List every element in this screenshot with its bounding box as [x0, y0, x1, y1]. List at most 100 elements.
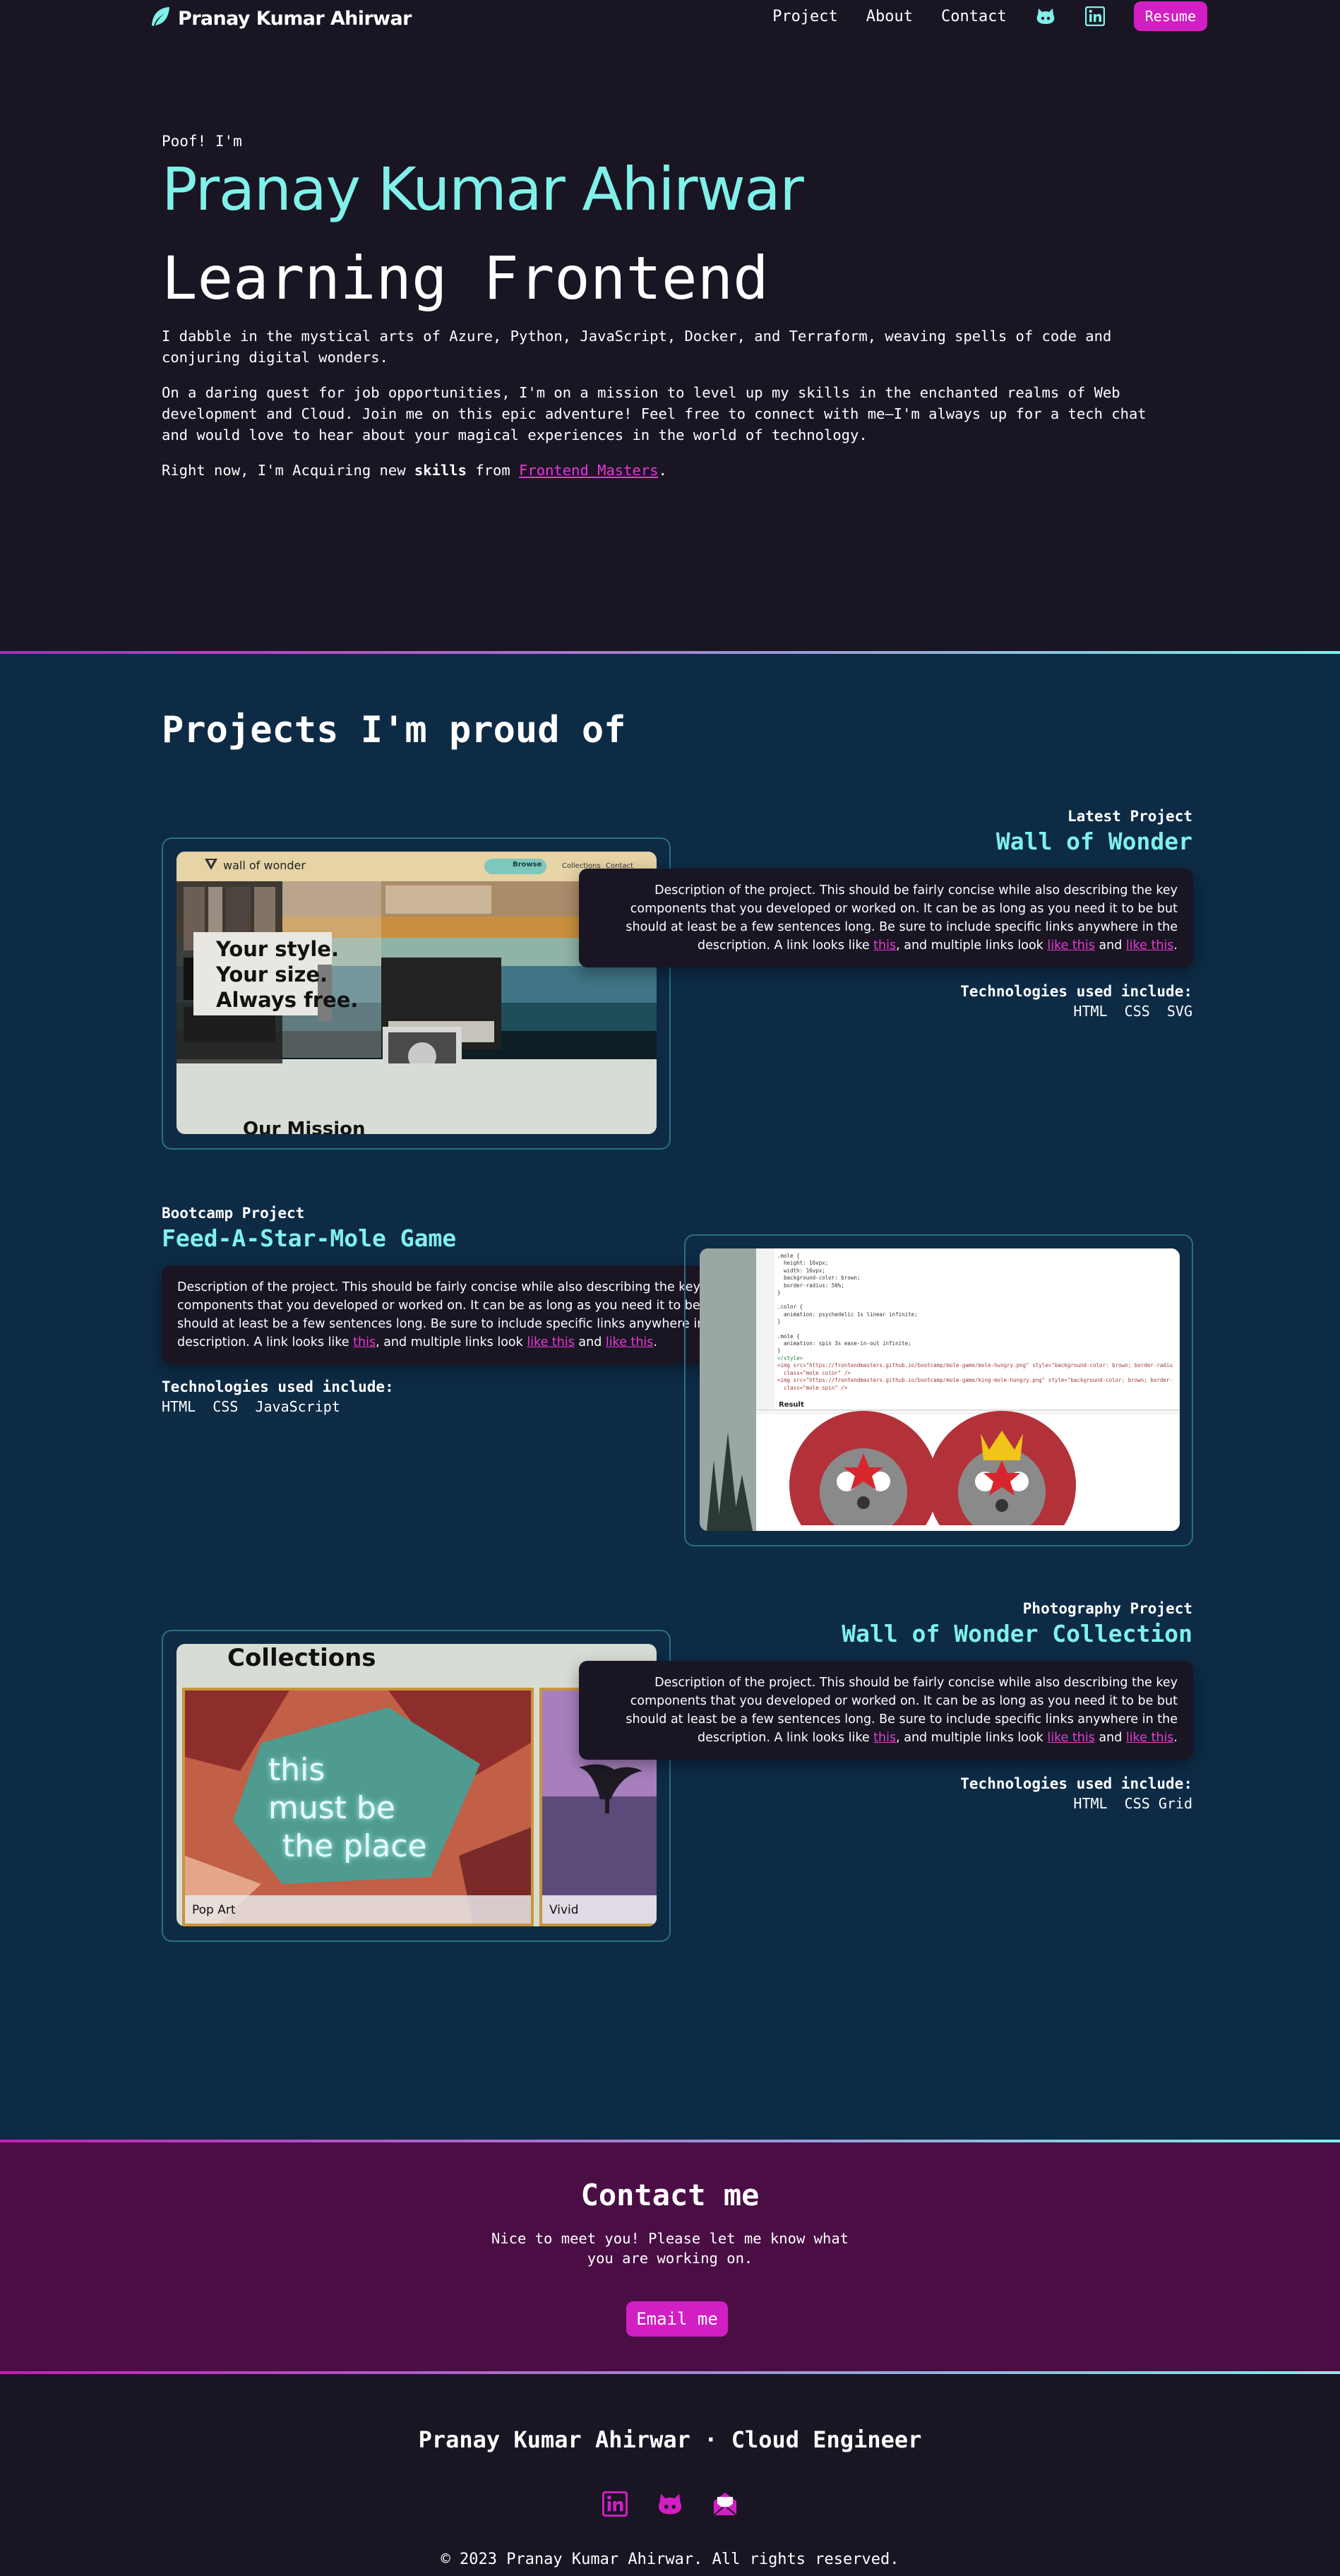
- code-line: </style>: [777, 1354, 803, 1361]
- project-info-1: Latest Project Wall of Wonder: [698, 808, 1192, 855]
- desc-link-like-this-2[interactable]: like this: [1126, 938, 1174, 953]
- project-title-3: Wall of Wonder Collection: [842, 1620, 1192, 1647]
- code-line: class="mole spin" />: [777, 1384, 848, 1391]
- code-line: }: [777, 1318, 781, 1325]
- desc-text: , and multiple links look: [896, 938, 1048, 953]
- desc-link-like-this[interactable]: like this: [527, 1335, 575, 1349]
- code-line: }: [777, 1289, 781, 1296]
- nav-links: Project About Contact Resume: [772, 0, 1207, 32]
- feather-logo-icon: [148, 5, 172, 32]
- code-line: <img src="https://frontendmasters.github…: [777, 1377, 1173, 1384]
- project-description-3: Description of the project. This should …: [579, 1661, 1193, 1760]
- desc-text: , and multiple links look: [376, 1335, 527, 1349]
- collection-label-vivid: Vivid: [549, 1903, 579, 1917]
- contact-title: Contact me: [580, 2178, 760, 2212]
- linkedin-icon[interactable]: [601, 2490, 629, 2518]
- linkedin-icon[interactable]: [1084, 6, 1106, 27]
- brand-name: Pranay Kumar Ahirwar: [178, 7, 412, 30]
- nav-link-project[interactable]: Project: [772, 8, 838, 25]
- neon-text-3: the place: [282, 1828, 427, 1864]
- email-me-button[interactable]: Email me: [626, 2301, 728, 2337]
- tech-list-3: HTML CSS Grid: [1073, 1795, 1192, 1812]
- wow-headline-2: Your size.: [216, 962, 328, 986]
- brand-link[interactable]: Pranay Kumar Ahirwar: [148, 5, 412, 32]
- neon-text-1: this: [268, 1752, 325, 1788]
- project-kicker-2: Bootcamp Project: [162, 1205, 305, 1222]
- code-line: .color {: [777, 1304, 803, 1311]
- desc-text: .: [1173, 1731, 1178, 1745]
- desc-link-this[interactable]: this: [873, 1731, 896, 1745]
- project-description-1: Description of the project. This should …: [579, 869, 1193, 967]
- result-label: Result: [779, 1401, 804, 1409]
- hero-p3-mid: from: [466, 461, 520, 479]
- code-line: width: 16vpx;: [777, 1267, 825, 1274]
- project-tech-3: Technologies used include: HTML CSS Grid: [698, 1775, 1192, 1812]
- resume-button[interactable]: Resume: [1133, 1, 1207, 31]
- code-line: <img src="https://frontendmasters.github…: [777, 1362, 1173, 1369]
- projects-section: Projects I'm proud of wall of wonder Bro…: [0, 654, 1340, 2140]
- project-title-1: Wall of Wonder: [995, 828, 1192, 855]
- code-line: animation: psychedelic 1s linear infinit…: [777, 1311, 918, 1318]
- code-line: background-color: brown;: [777, 1275, 861, 1282]
- project-kicker-3: Photography Project: [1022, 1600, 1192, 1617]
- project-tech-2: Technologies used include: HTML CSS Java…: [162, 1378, 656, 1415]
- github-icon[interactable]: [1035, 6, 1056, 27]
- nav-link-contact[interactable]: Contact: [941, 8, 1007, 25]
- desc-link-this[interactable]: this: [353, 1335, 376, 1349]
- tech-list-1: HTML CSS SVG: [1073, 1003, 1192, 1020]
- wow-logo-text: wall of wonder: [223, 859, 306, 872]
- hero-name: Pranay Kumar Ahirwar: [162, 155, 804, 224]
- top-nav: Pranay Kumar Ahirwar Project About Conta…: [0, 0, 1340, 34]
- code-line: animation: spin 3s ease-in-out infinite;: [777, 1340, 911, 1347]
- hero-section: Poof! I'm Pranay Kumar Ahirwar Learning …: [0, 34, 1340, 651]
- hero-p3-bold: skills: [414, 461, 467, 479]
- code-editor: .mole { height: 16vpx; width: 16vpx; bac…: [777, 1253, 1173, 1392]
- desc-link-like-this-2[interactable]: like this: [1126, 1731, 1174, 1745]
- hero-paragraph-3: Right now, I'm Acquiring new skills from…: [162, 460, 1178, 481]
- code-line: border-radius: 50%;: [777, 1282, 844, 1289]
- tech-title-2: Technologies used include:: [162, 1378, 394, 1395]
- hero-p3-text: Right now, I'm Acquiring new: [162, 461, 414, 479]
- mail-icon[interactable]: [711, 2490, 739, 2518]
- code-line: class="mole color" />: [777, 1369, 851, 1376]
- tech-title-1: Technologies used include:: [960, 983, 1192, 1000]
- contact-text: Nice to meet you! Please let me know wha…: [491, 2230, 849, 2267]
- desc-link-like-this[interactable]: like this: [1047, 938, 1095, 953]
- collection-label-pop-art: Pop Art: [192, 1903, 236, 1917]
- neon-text-2: must be: [268, 1790, 395, 1826]
- hero-paragraph-2: On a daring quest for job opportunities,…: [162, 383, 1147, 443]
- nav-link-about[interactable]: About: [866, 8, 913, 25]
- footer-title: Pranay Kumar Ahirwar · Cloud Engineer: [418, 2426, 922, 2453]
- hero-subtitle: Learning Frontend: [162, 244, 769, 314]
- desc-text: , and multiple links look: [896, 1731, 1048, 1745]
- desc-link-like-this-2[interactable]: like this: [606, 1335, 654, 1349]
- project-info-3: Photography Project Wall of Wonder Colle…: [628, 1600, 1192, 1647]
- footer: Pranay Kumar Ahirwar · Cloud Engineer © …: [0, 2374, 1340, 2576]
- desc-text: and: [1094, 938, 1126, 953]
- project-screenshot-mole-game[interactable]: .mole { height: 16vpx; width: 16vpx; bac…: [700, 1248, 1180, 1531]
- projects-title: Projects I'm proud of: [162, 709, 626, 751]
- code-line: height: 16vpx;: [777, 1260, 829, 1267]
- code-line: .mole {: [777, 1332, 800, 1340]
- project-title-2: Feed-A-Star-Mole Game: [162, 1224, 457, 1252]
- tech-title-3: Technologies used include:: [960, 1775, 1192, 1792]
- code-line: .mole {: [777, 1253, 800, 1259]
- project-kicker-1: Latest Project: [1067, 808, 1192, 825]
- desc-link-this[interactable]: this: [873, 938, 896, 953]
- desc-text: .: [1173, 938, 1178, 953]
- desc-link-like-this[interactable]: like this: [1047, 1731, 1095, 1745]
- hero-paragraph-1: I dabble in the mystical arts of Azure, …: [162, 327, 1112, 366]
- collections-heading: Collections: [227, 1644, 376, 1672]
- project-tech-1: Technologies used include: HTML CSS SVG: [698, 983, 1192, 1020]
- desc-text: and: [1094, 1731, 1126, 1745]
- tech-list-2: HTML CSS JavaScript: [162, 1398, 340, 1415]
- desc-text: and: [574, 1335, 606, 1349]
- wow-headline-3: Always free.: [216, 988, 359, 1012]
- wow-headline-1: Your style.: [216, 937, 339, 961]
- copyright: © 2023 Pranay Kumar Ahirwar. All rights …: [441, 2551, 899, 2568]
- frontend-masters-link[interactable]: Frontend Masters: [519, 462, 658, 479]
- hero-intro: Poof! I'm: [162, 133, 242, 150]
- github-icon[interactable]: [656, 2490, 684, 2518]
